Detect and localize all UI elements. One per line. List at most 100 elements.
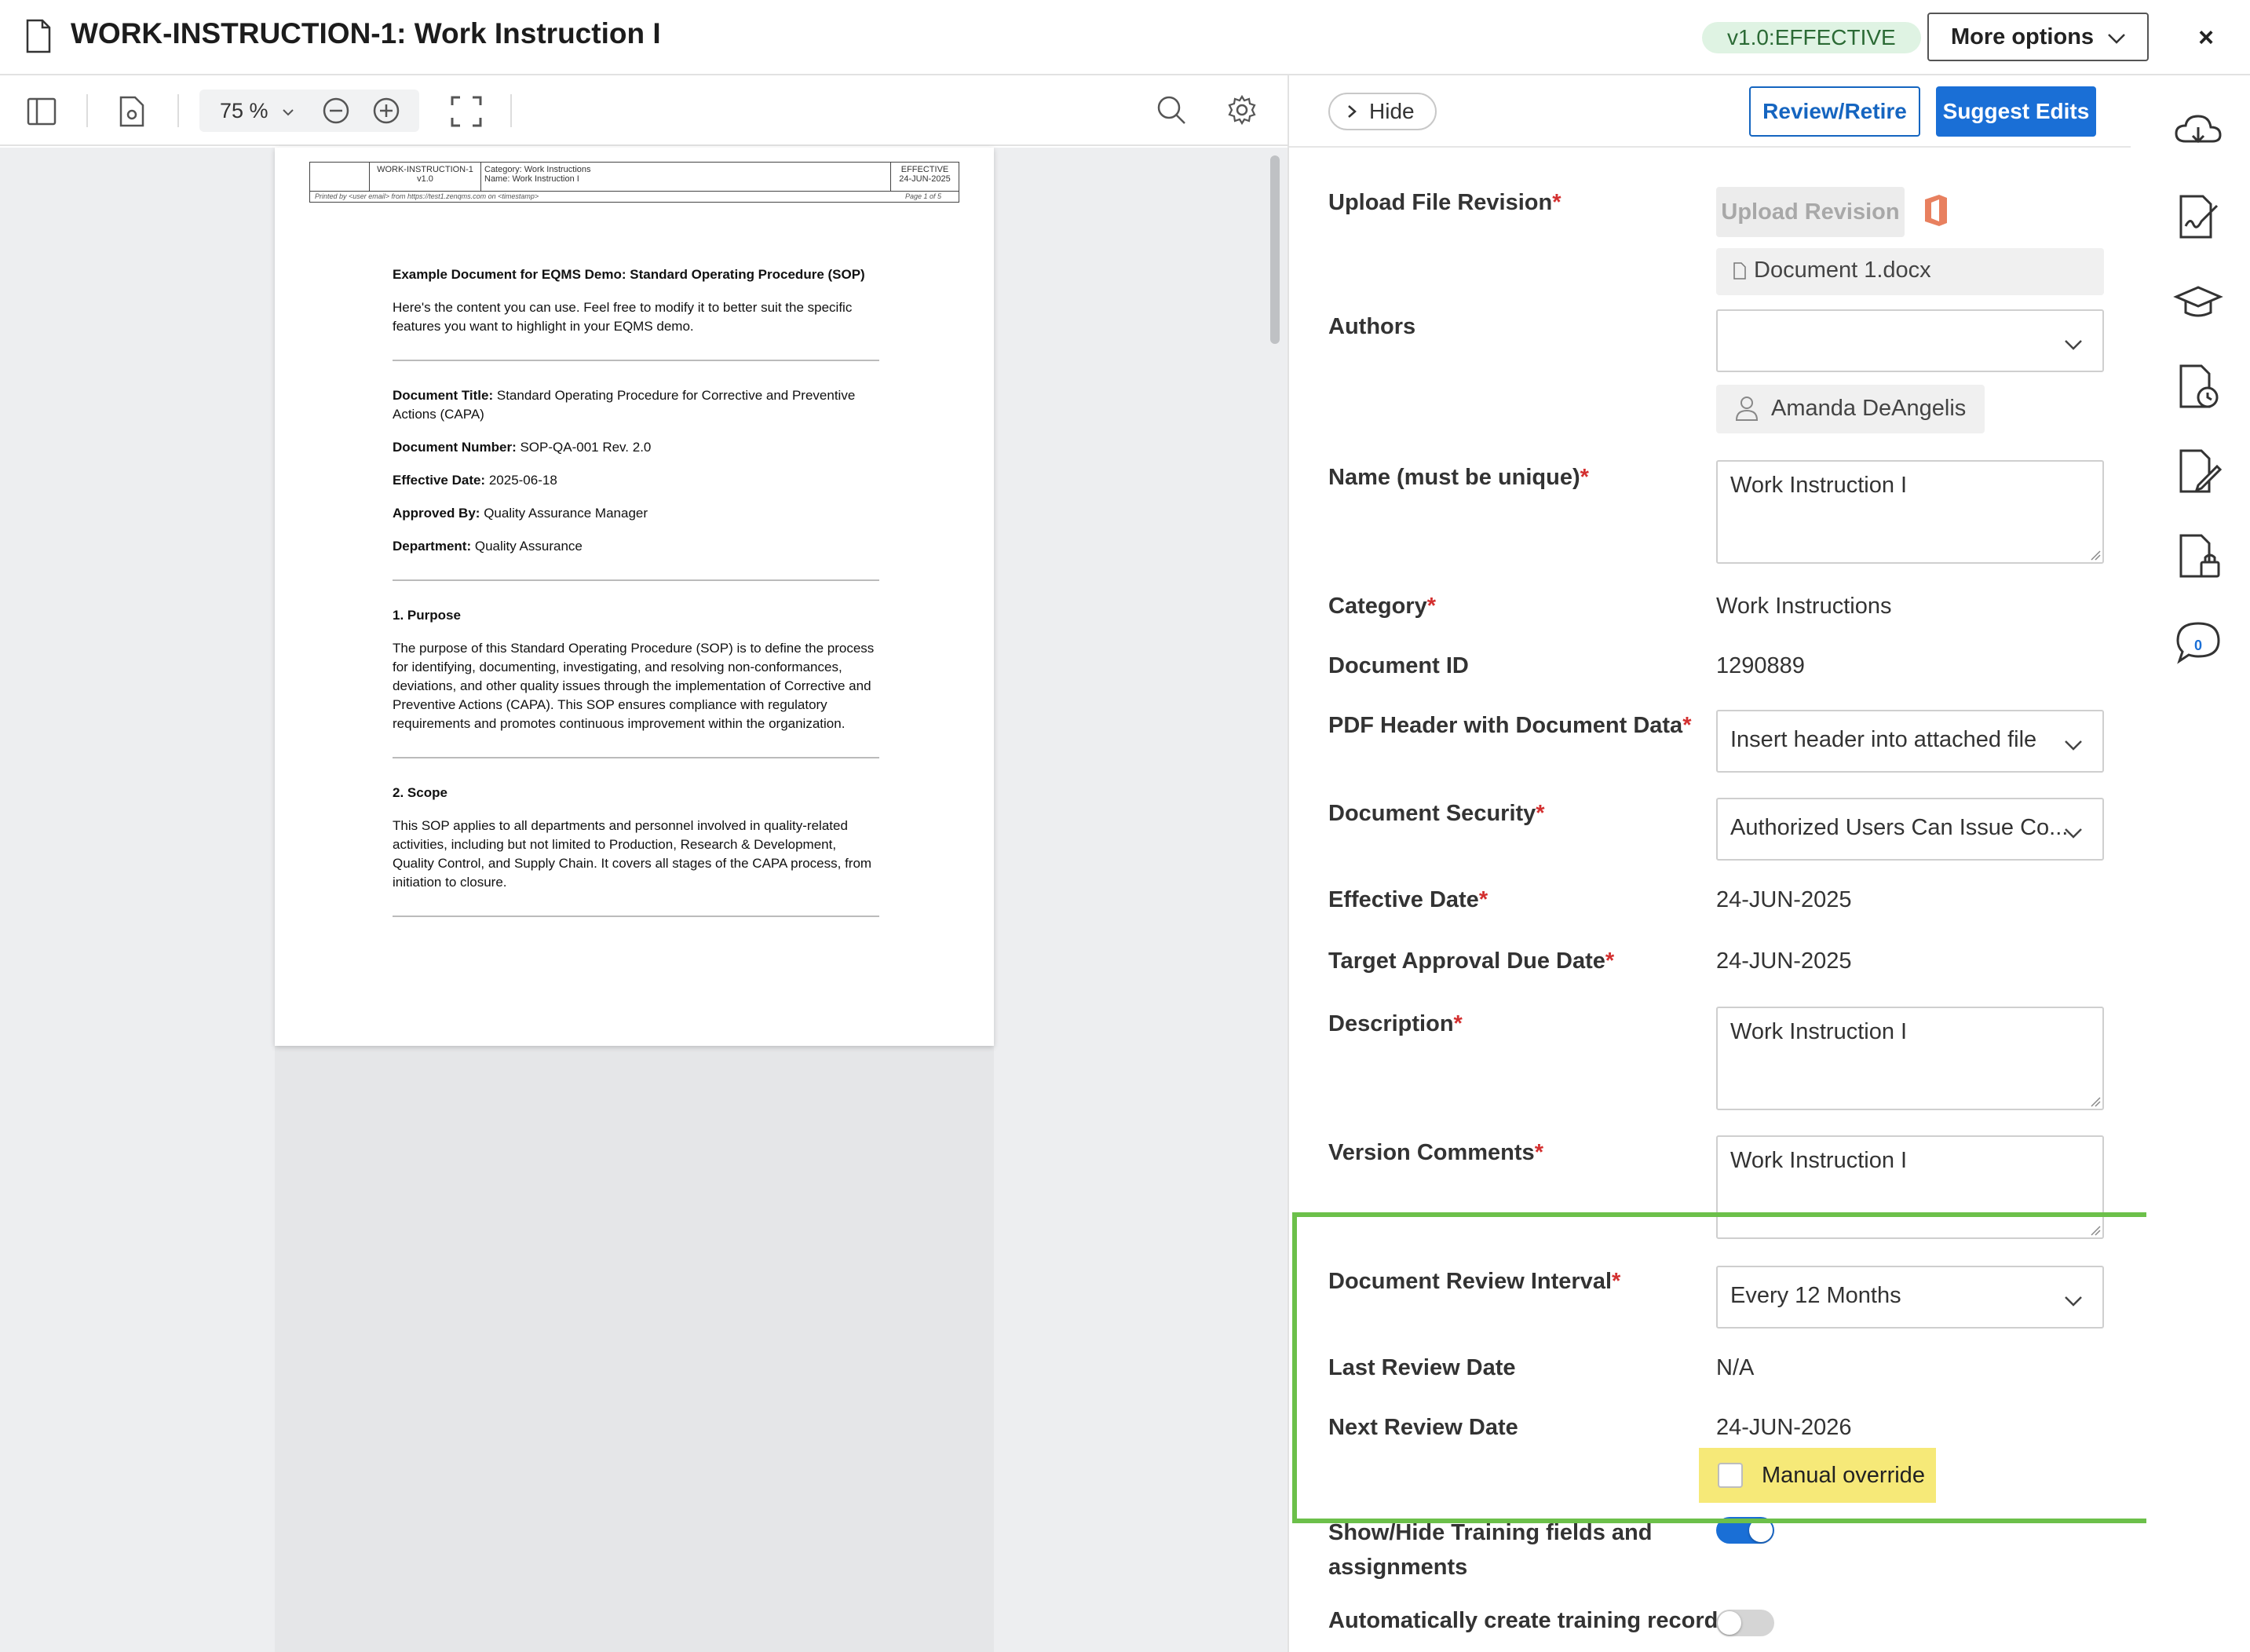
pdf-header-printed-by: Printed by <user email> from https://tes… <box>315 192 539 200</box>
auto-training-label: Automatically create training records <box>1328 1608 1731 1633</box>
document-id-value: 1290889 <box>1716 653 1805 678</box>
pdf-purpose-heading: 1. Purpose <box>393 608 461 623</box>
chevron-down-icon <box>283 109 294 116</box>
chevron-down-icon <box>2065 828 2082 839</box>
pdf-effective-label: Effective Date: <box>393 473 486 488</box>
review-interval-value: Every 12 Months <box>1730 1283 1901 1308</box>
description-field[interactable]: Work Instruction I <box>1716 1007 2104 1110</box>
name-field[interactable]: Work Instruction I <box>1716 460 2104 564</box>
pdf-scope-heading: 2. Scope <box>393 785 447 800</box>
checkbox[interactable] <box>1718 1463 1743 1488</box>
resize-handle-icon[interactable] <box>2090 1225 2101 1236</box>
author-chip[interactable]: Amanda DeAngelis <box>1716 385 1985 433</box>
locked-document-icon[interactable] <box>2173 531 2223 581</box>
pdf-header-version: v1.0 <box>417 174 433 184</box>
version-comments-field[interactable]: Work Instruction I <box>1716 1135 2104 1239</box>
pdf-header-select[interactable]: Insert header into attached file <box>1716 710 2104 773</box>
description-label: Description* <box>1328 1011 1463 1036</box>
zoom-in-icon[interactable] <box>372 97 400 125</box>
manual-override-checkbox[interactable]: Manual override <box>1699 1448 1936 1503</box>
page-title: WORK-INSTRUCTION-1: Work Instruction I <box>71 17 661 49</box>
manual-override-label: Manual override <box>1762 1462 1925 1488</box>
document-security-value: Authorized Users Can Issue Co... <box>1730 815 2069 840</box>
document-id-label: Document ID <box>1328 653 1469 678</box>
next-review-label: Next Review Date <box>1328 1415 1518 1440</box>
authors-label: Authors <box>1328 314 1416 339</box>
pdf-header-page: Page 1 of 5 <box>905 192 942 200</box>
close-button[interactable]: × <box>2187 19 2225 57</box>
pdf-purpose-text: The purpose of this Standard Operating P… <box>393 641 875 731</box>
chevron-down-icon <box>2065 740 2082 751</box>
training-toggle-label: Show/Hide Training fields and assignment… <box>1328 1520 1653 1580</box>
review-retire-button[interactable]: Review/Retire <box>1749 86 1920 137</box>
name-label: Name (must be unique)* <box>1328 465 1589 490</box>
version-comments-value: Work Instruction I <box>1730 1148 1908 1173</box>
document-viewer[interactable]: WORK-INSTRUCTION-1 v1.0 Category: Work I… <box>0 148 1288 1652</box>
auto-training-toggle[interactable] <box>1716 1610 1774 1636</box>
file-icon <box>1733 262 1746 280</box>
training-cap-icon[interactable] <box>2173 276 2223 327</box>
fullscreen-icon[interactable] <box>451 96 482 127</box>
effective-date-label: Effective Date* <box>1328 887 1488 912</box>
zoom-selector[interactable]: 75 % <box>199 90 419 132</box>
name-value: Work Instruction I <box>1730 473 1908 498</box>
sidebar-toggle-icon[interactable] <box>27 96 58 127</box>
title-bar: WORK-INSTRUCTION-1: Work Instruction I v… <box>0 0 2250 75</box>
hide-panel-button[interactable]: Hide <box>1328 93 1437 130</box>
chevron-down-icon <box>2108 34 2125 44</box>
resize-handle-icon[interactable] <box>2090 1096 2101 1107</box>
resize-handle-icon[interactable] <box>2090 550 2101 561</box>
document-security-select[interactable]: Authorized Users Can Issue Co... <box>1716 798 2104 861</box>
cloud-download-icon[interactable] <box>2173 107 2223 157</box>
pdf-intro: Here's the content you can use. Feel fre… <box>393 300 853 334</box>
author-name: Amanda DeAngelis <box>1771 396 1967 421</box>
edit-document-icon[interactable] <box>2173 446 2223 496</box>
pdf-header-label: PDF Header with Document Data* <box>1328 713 1692 738</box>
upload-revision-button[interactable]: Upload Revision <box>1716 187 1905 237</box>
status-badge: v1.0:EFFECTIVE <box>1702 22 1921 53</box>
comment-count-badge: 0 <box>2193 638 2202 653</box>
search-icon[interactable] <box>1156 94 1187 126</box>
pdf-scope-text: This SOP applies to all departments and … <box>393 818 872 890</box>
chevron-down-icon <box>2065 1296 2082 1307</box>
properties-panel: Hide Review/Retire Suggest Edits Upload … <box>1288 75 2131 1652</box>
more-options-button[interactable]: More options <box>1927 13 2149 61</box>
hide-label: Hide <box>1369 99 1415 123</box>
suggest-edits-button[interactable]: Suggest Edits <box>1936 86 2096 137</box>
pdf-title: Example Document for EQMS Demo: Standard… <box>393 267 865 282</box>
pdf-page: WORK-INSTRUCTION-1 v1.0 Category: Work I… <box>275 148 994 1046</box>
pdf-doc-number-label: Document Number: <box>393 440 517 455</box>
office-icon[interactable] <box>1922 193 1950 228</box>
upload-file-label: Upload File Revision* <box>1328 190 1561 215</box>
viewer-toolbar: 75 % <box>0 75 1288 146</box>
review-interval-select[interactable]: Every 12 Months <box>1716 1266 2104 1329</box>
attached-file[interactable]: Document 1.docx <box>1716 248 2104 295</box>
page-settings-icon[interactable] <box>116 96 148 127</box>
category-label: Category* <box>1328 594 1436 619</box>
training-toggle[interactable] <box>1716 1517 1774 1544</box>
zoom-out-icon[interactable] <box>322 97 350 125</box>
document-history-icon[interactable] <box>2173 361 2223 411</box>
file-name: Document 1.docx <box>1754 258 1931 283</box>
zoom-value: 75 % <box>220 99 268 122</box>
pdf-approved-value: Quality Assurance Manager <box>480 506 648 521</box>
last-review-label: Last Review Date <box>1328 1355 1516 1380</box>
pdf-header-category: Category: Work Instructions <box>484 165 591 174</box>
authors-select[interactable] <box>1716 309 2104 372</box>
pdf-header-name: Name: Work Instruction I <box>484 174 579 184</box>
gear-icon[interactable] <box>1226 94 1258 126</box>
viewer-scrollbar[interactable] <box>1270 155 1280 344</box>
user-icon <box>1735 397 1759 421</box>
signature-icon[interactable] <box>2173 192 2223 242</box>
pdf-doc-title-label: Document Title: <box>393 388 494 403</box>
pdf-header-select-value: Insert header into attached file <box>1730 727 2037 752</box>
pdf-department-label: Department: <box>393 539 472 554</box>
version-comments-label: Version Comments* <box>1328 1140 1543 1165</box>
pdf-header-date: 24-JUN-2025 <box>899 174 951 184</box>
category-value: Work Instructions <box>1716 594 1892 619</box>
pdf-effective-value: 2025-06-18 <box>485 473 557 488</box>
pdf-header-status: EFFECTIVE <box>900 165 949 174</box>
right-toolbar: 0 <box>2146 75 2250 1652</box>
chevron-down-icon <box>2065 340 2082 350</box>
pdf-approved-label: Approved By: <box>393 506 480 521</box>
